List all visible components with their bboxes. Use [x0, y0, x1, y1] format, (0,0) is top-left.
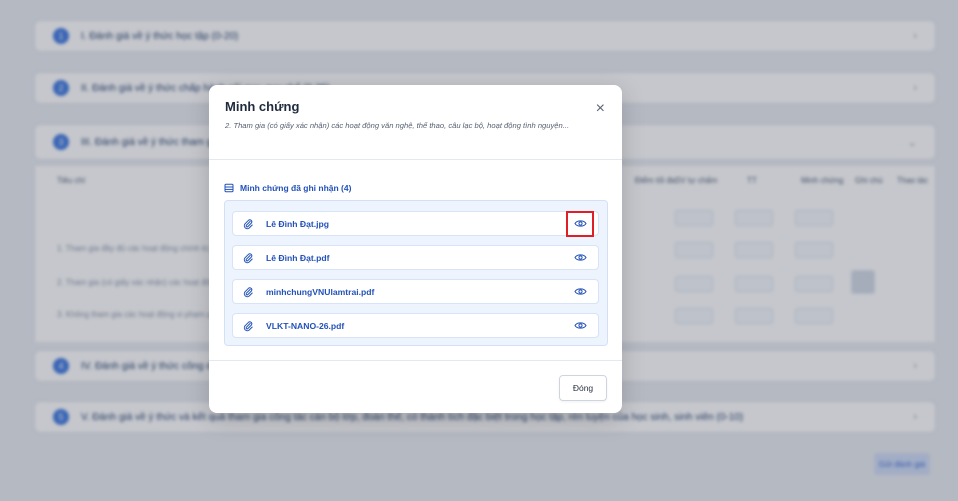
file-name[interactable]: VLKT-NANO-26.pdf: [266, 321, 569, 331]
file-name[interactable]: minhchungVNUlamtrai.pdf: [266, 287, 569, 297]
eye-icon[interactable]: [569, 282, 591, 302]
evidence-section-text: Minh chứng đã ghi nhận (4): [240, 183, 352, 193]
file-name[interactable]: Lê Đình Đạt.pdf: [266, 253, 569, 263]
paperclip-icon: [242, 218, 256, 230]
evidence-modal: Minh chứng 2. Tham gia (có giấy xác nhận…: [209, 85, 622, 413]
evidence-file-list: Lê Đình Đạt.jpg Lê Đình Đạt.pdf minhchun…: [224, 200, 608, 346]
file-item[interactable]: Lê Đình Đạt.jpg: [232, 210, 599, 237]
close-icon[interactable]: ×: [596, 101, 605, 117]
paperclip-icon: [242, 320, 256, 332]
modal-header: Minh chứng 2. Tham gia (có giấy xác nhận…: [209, 85, 622, 160]
document-stack-icon: [224, 183, 234, 193]
modal-subtitle: 2. Tham gia (có giấy xác nhận) các hoạt …: [225, 121, 570, 130]
modal-title: Minh chứng: [225, 99, 300, 114]
evidence-section-label: Minh chứng đã ghi nhận (4): [224, 183, 351, 193]
file-item[interactable]: Lê Đình Đạt.pdf: [232, 245, 599, 270]
eye-icon[interactable]: [566, 210, 594, 237]
eye-icon[interactable]: [569, 248, 591, 268]
eye-icon[interactable]: [569, 316, 591, 336]
file-name[interactable]: Lê Đình Đạt.jpg: [266, 219, 569, 229]
file-item[interactable]: VLKT-NANO-26.pdf: [232, 313, 599, 338]
paperclip-icon: [242, 286, 256, 298]
paperclip-icon: [242, 252, 256, 264]
modal-footer: Đóng: [209, 360, 622, 413]
file-item[interactable]: minhchungVNUlamtrai.pdf: [232, 279, 599, 304]
close-button[interactable]: Đóng: [559, 375, 607, 401]
